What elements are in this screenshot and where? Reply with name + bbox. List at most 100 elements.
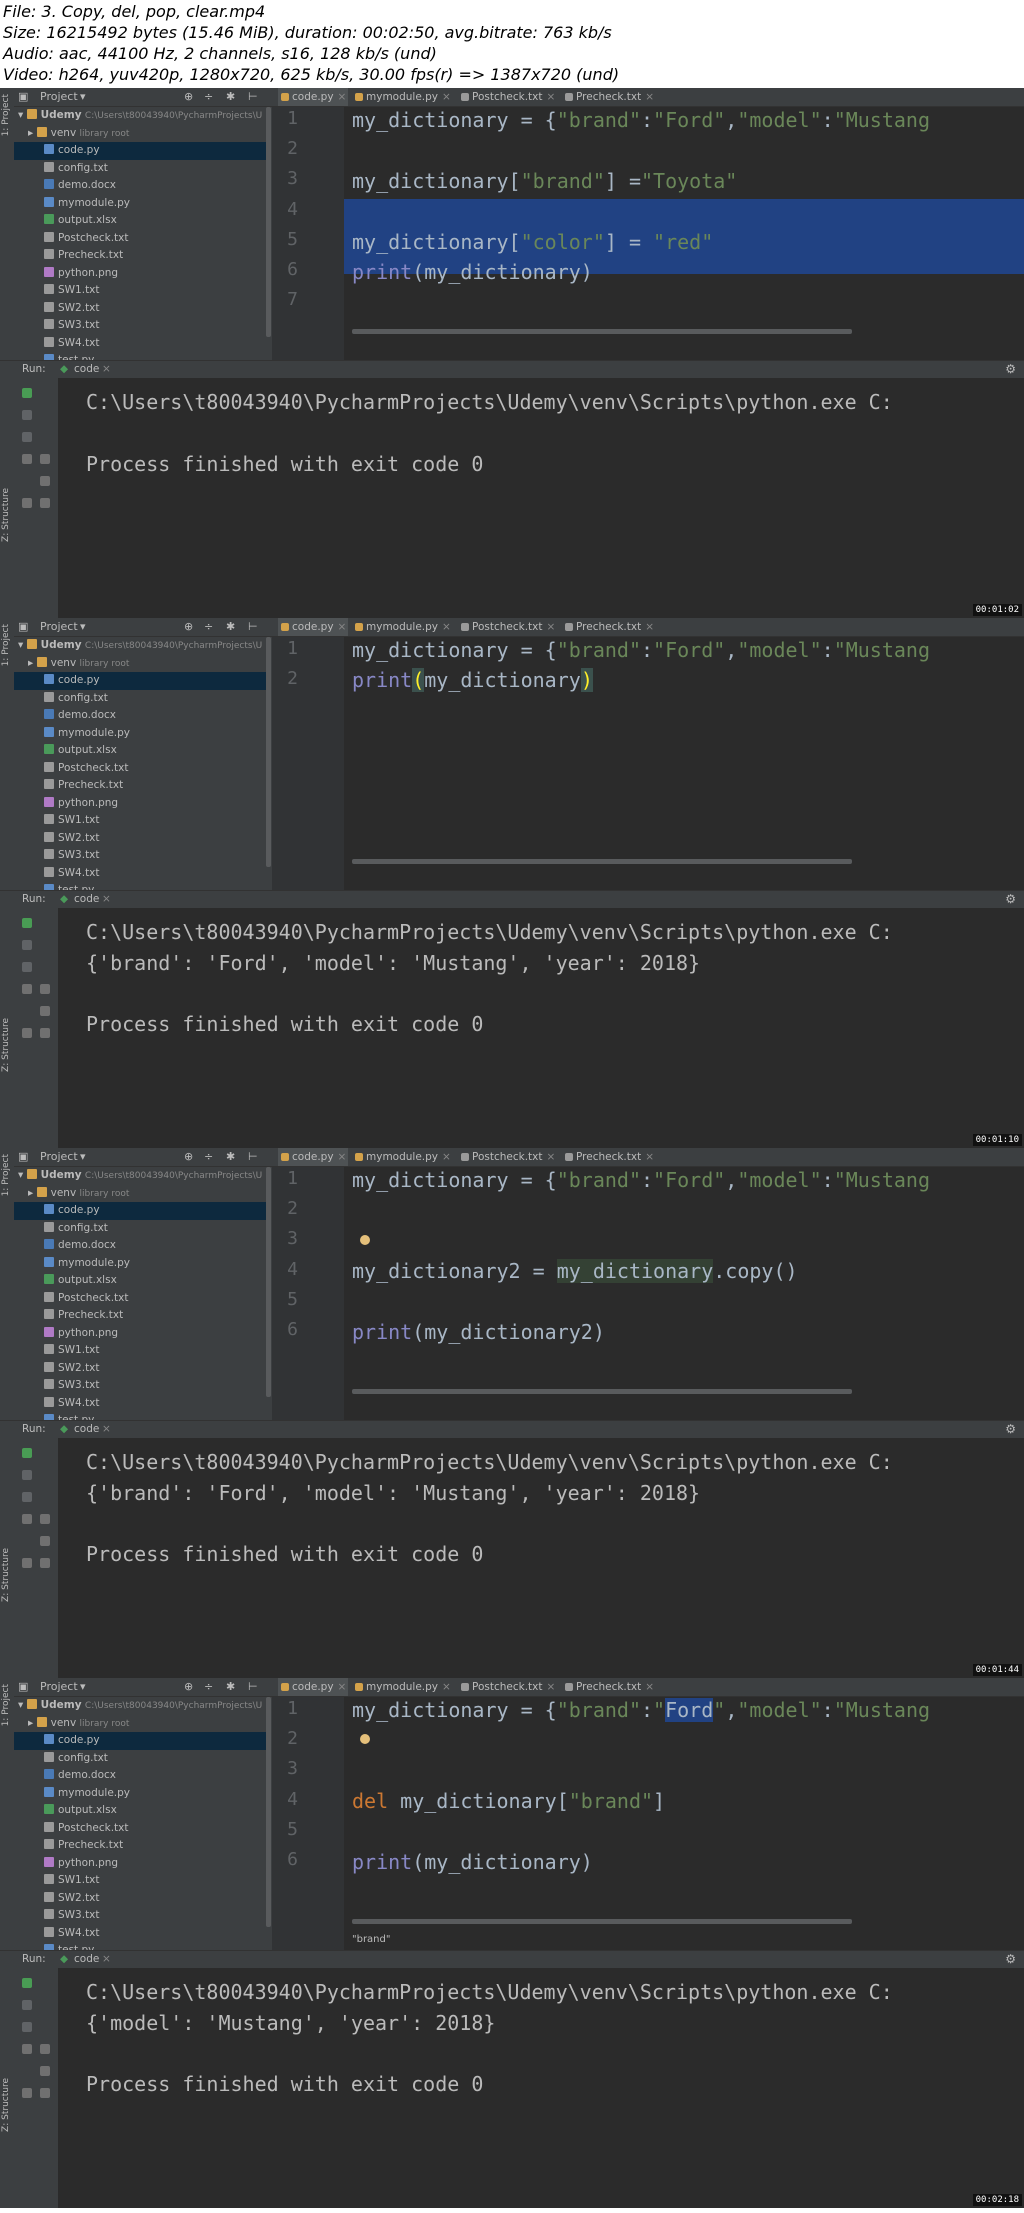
close-icon[interactable]: ×	[102, 363, 111, 375]
gear-icon[interactable]: ⚙	[1005, 1422, 1016, 1436]
close-icon[interactable]: ×	[338, 621, 347, 633]
run-config-tab[interactable]: code	[74, 1953, 99, 1965]
chevron-down-icon[interactable]: ▾	[80, 1680, 86, 1693]
editor-scrollbar[interactable]	[352, 329, 852, 334]
tree-venv[interactable]: ▸ venv library root	[14, 655, 266, 673]
collapse-icon[interactable]: ⊕	[184, 90, 193, 103]
close-icon[interactable]: ×	[547, 91, 556, 103]
tree-file[interactable]: SW3.txt	[14, 317, 266, 335]
gear-icon[interactable]: ✱	[226, 90, 235, 103]
tree-file[interactable]: python.png	[14, 1855, 266, 1873]
tree-file[interactable]: Postcheck.txt	[14, 1820, 266, 1838]
tree-file[interactable]: SW3.txt	[14, 847, 266, 865]
gear-icon[interactable]: ✱	[226, 1680, 235, 1693]
collapse-icon[interactable]: ⊕	[184, 620, 193, 633]
tree-file[interactable]: SW2.txt	[14, 1890, 266, 1908]
tab-code-py[interactable]: code.py ×	[278, 618, 348, 636]
tree-file[interactable]: SW2.txt	[14, 1360, 266, 1378]
tree-file[interactable]: mymodule.py	[14, 725, 266, 743]
tab-code-py[interactable]: code.py ×	[278, 1678, 348, 1696]
close-icon[interactable]: ×	[102, 1953, 111, 1965]
tab-precheck-txt[interactable]: Precheck.txt ×	[562, 88, 654, 106]
tree-file[interactable]: mymodule.py	[14, 1255, 266, 1273]
tree-file[interactable]: code.py	[14, 142, 266, 160]
structure-tool-button[interactable]: Z: Structure	[1, 488, 11, 542]
close-icon[interactable]: ×	[645, 621, 654, 633]
trash-icon[interactable]	[40, 2088, 50, 2098]
tree-file[interactable]: SW1.txt	[14, 812, 266, 830]
tree-file[interactable]: SW1.txt	[14, 1872, 266, 1890]
tree-file[interactable]: SW4.txt	[14, 1925, 266, 1943]
close-icon[interactable]: ×	[338, 1681, 347, 1693]
pause-icon[interactable]	[22, 962, 32, 972]
pin-icon[interactable]	[22, 2088, 32, 2098]
run-config-tab[interactable]: code	[74, 1423, 99, 1435]
tab-precheck-txt[interactable]: Precheck.txt ×	[562, 618, 654, 636]
tree-file[interactable]: SW4.txt	[14, 865, 266, 883]
project-scrollbar[interactable]	[266, 1167, 271, 1397]
tree-root[interactable]: ▾ Udemy C:\Users\t80043940\PycharmProjec…	[14, 1697, 266, 1715]
tree-file[interactable]: config.txt	[14, 160, 266, 178]
print-icon[interactable]	[40, 1006, 50, 1016]
tree-file[interactable]: Postcheck.txt	[14, 230, 266, 248]
lightbulb-icon[interactable]	[360, 1235, 370, 1245]
sort-icon[interactable]: ÷	[204, 620, 213, 633]
tree-file[interactable]: SW3.txt	[14, 1907, 266, 1925]
close-icon[interactable]: ×	[645, 1151, 654, 1163]
close-icon[interactable]: ×	[645, 91, 654, 103]
layout-icon[interactable]	[22, 454, 32, 464]
tree-file[interactable]: mymodule.py	[14, 1785, 266, 1803]
tree-root[interactable]: ▾ Udemy C:\Users\t80043940\PycharmProjec…	[14, 1167, 266, 1185]
project-tool-button[interactable]: 1: Project	[1, 624, 11, 666]
stop-icon[interactable]	[22, 2000, 32, 2010]
pin-icon[interactable]	[22, 498, 32, 508]
tree-file[interactable]: demo.docx	[14, 1237, 266, 1255]
tree-file[interactable]: SW3.txt	[14, 1377, 266, 1395]
collapse-icon[interactable]: ⊕	[184, 1150, 193, 1163]
pin-icon[interactable]	[22, 1028, 32, 1038]
pause-icon[interactable]	[22, 1492, 32, 1502]
project-scrollbar[interactable]	[266, 1697, 271, 1927]
tree-file[interactable]: output.xlsx	[14, 1802, 266, 1820]
close-icon[interactable]: ×	[442, 621, 451, 633]
hide-icon[interactable]: ⊢	[248, 620, 258, 633]
tree-file[interactable]: code.py	[14, 1732, 266, 1750]
tree-file[interactable]: output.xlsx	[14, 212, 266, 230]
project-tool-button[interactable]: 1: Project	[1, 1154, 11, 1196]
structure-tool-button[interactable]: Z: Structure	[1, 1548, 11, 1602]
chevron-down-icon[interactable]: ▾	[80, 90, 86, 103]
print-icon[interactable]	[40, 476, 50, 486]
tree-root[interactable]: ▾ Udemy C:\Users\t80043940\PycharmProjec…	[14, 637, 266, 655]
tree-venv[interactable]: ▸ venv library root	[14, 1715, 266, 1733]
tree-file[interactable]: code.py	[14, 1202, 266, 1220]
tab-mymodule-py[interactable]: mymodule.py ×	[352, 1148, 451, 1166]
stop-icon[interactable]	[22, 1470, 32, 1480]
close-icon[interactable]: ×	[547, 1681, 556, 1693]
editor-scrollbar[interactable]	[352, 1389, 852, 1394]
hide-icon[interactable]: ⊢	[248, 1150, 258, 1163]
rerun-icon[interactable]	[22, 1978, 32, 1988]
tab-postcheck-txt[interactable]: Postcheck.txt ×	[458, 618, 555, 636]
close-icon[interactable]: ×	[338, 1151, 347, 1163]
close-icon[interactable]: ×	[442, 1151, 451, 1163]
wrap-icon[interactable]	[40, 2044, 50, 2054]
trash-icon[interactable]	[40, 498, 50, 508]
tree-file[interactable]: demo.docx	[14, 177, 266, 195]
collapse-icon[interactable]: ⊕	[184, 1680, 193, 1693]
tab-mymodule-py[interactable]: mymodule.py ×	[352, 88, 451, 106]
pause-icon[interactable]	[22, 432, 32, 442]
tree-file[interactable]: output.xlsx	[14, 1272, 266, 1290]
tree-file[interactable]: output.xlsx	[14, 742, 266, 760]
tree-root[interactable]: ▾ Udemy C:\Users\t80043940\PycharmProjec…	[14, 107, 266, 125]
gear-icon[interactable]: ✱	[226, 1150, 235, 1163]
layout-icon[interactable]	[22, 2044, 32, 2054]
print-icon[interactable]	[40, 1536, 50, 1546]
tree-file[interactable]: python.png	[14, 265, 266, 283]
close-icon[interactable]: ×	[547, 1151, 556, 1163]
project-scrollbar[interactable]	[266, 637, 271, 867]
tree-venv[interactable]: ▸ venv library root	[14, 1185, 266, 1203]
tree-venv[interactable]: ▸ venv library root	[14, 125, 266, 143]
tree-file[interactable]: SW2.txt	[14, 300, 266, 318]
wrap-icon[interactable]	[40, 1514, 50, 1524]
tree-file[interactable]: Precheck.txt	[14, 777, 266, 795]
